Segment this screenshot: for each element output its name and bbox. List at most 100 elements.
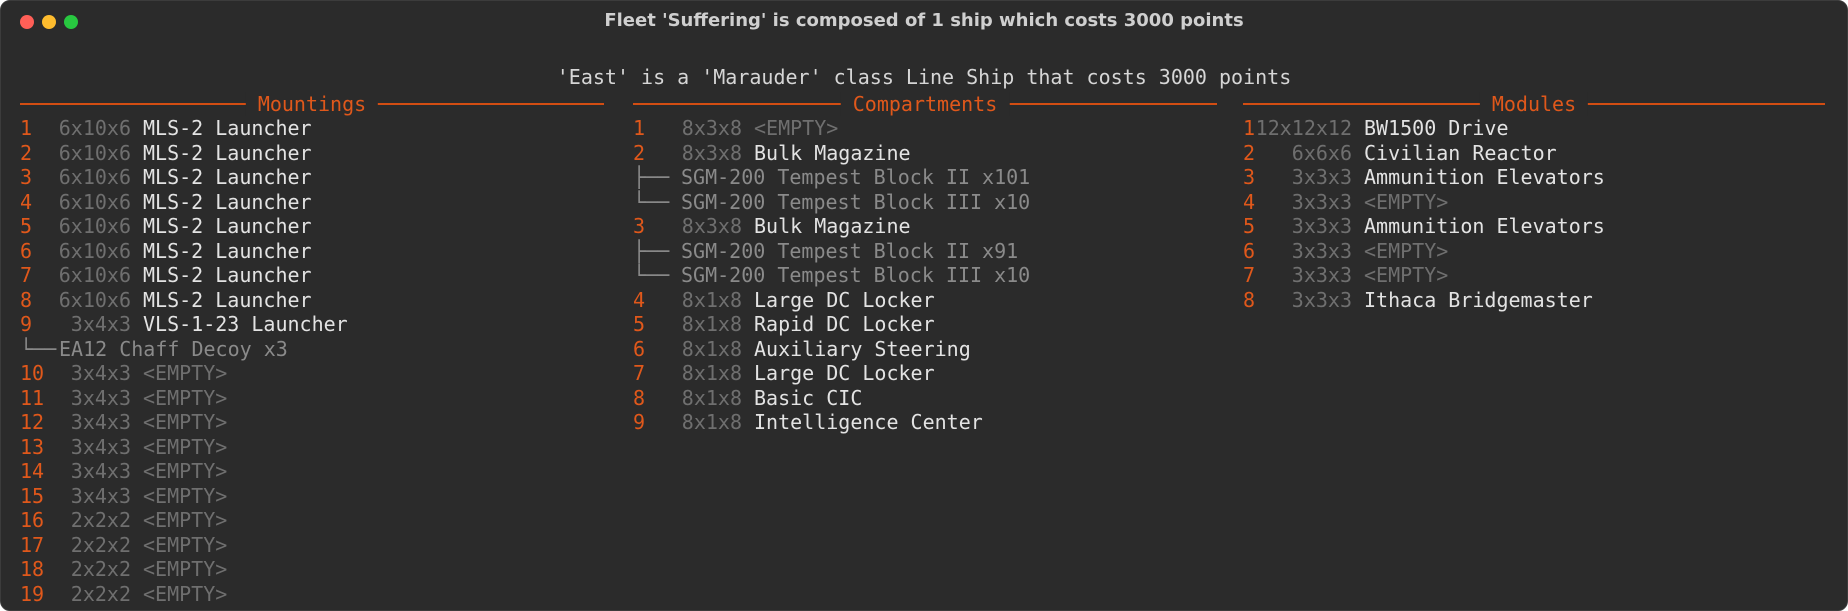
empty-slot-label: <EMPTY>: [1364, 238, 1449, 263]
slot-number: 3: [633, 214, 646, 238]
sub-item-name: SGM-200 Tempest Block III x10: [681, 189, 1031, 214]
empty-slot-label: <EMPTY>: [143, 385, 228, 410]
slot-size: 8x1x8: [681, 385, 742, 410]
empty-slot-label: <EMPTY>: [143, 361, 228, 385]
slot-number: 1: [20, 116, 33, 140]
component-name: MLS-2 Launcher: [143, 263, 312, 287]
compartments-panel: Compartments 1 8x3x8 <EMPTY> 2 8x3x8 Bulk Mag…: [633, 92, 1217, 435]
modules-row: 1 12x12x12 BW1500 Drive: [1243, 116, 1825, 141]
mountings-row: 5 6x10x6 MLS-2 Launcher: [20, 214, 604, 239]
component-name: Large DC Locker: [754, 361, 935, 385]
mountings-subrow: └── EA12 Chaff Decoy x3: [20, 337, 604, 362]
mountings-row: 7 6x10x6 MLS-2 Launcher: [20, 263, 604, 288]
empty-slot-label: <EMPTY>: [754, 116, 839, 140]
tree-connector: └──: [633, 189, 670, 214]
sub-item-name: SGM-200 Tempest Block III x10: [681, 263, 1031, 287]
component-name: MLS-2 Launcher: [143, 238, 312, 263]
slot-size: 6x10x6: [58, 263, 131, 287]
modules-row: 6 3x3x3 <EMPTY>: [1243, 239, 1825, 264]
slot-number: 7: [1243, 263, 1256, 287]
slot-size: 2x2x2: [70, 532, 131, 557]
mountings-row: 12 3x4x3 <EMPTY>: [20, 410, 604, 435]
mountings-row: 11 3x4x3 <EMPTY>: [20, 386, 604, 411]
mountings-row: 17 2x2x2 <EMPTY>: [20, 533, 604, 558]
slot-number: 13: [20, 434, 45, 459]
slot-number: 5: [20, 214, 33, 238]
component-name: Rapid DC Locker: [754, 312, 935, 336]
slot-number: 12: [20, 410, 45, 434]
slot-number: 8: [633, 385, 646, 410]
slot-number: 19: [20, 581, 45, 606]
mountings-row: 4 6x10x6 MLS-2 Launcher: [20, 190, 604, 215]
compartments-row: 5 8x1x8 Rapid DC Locker: [633, 312, 1217, 337]
slot-size: 3x3x3: [1291, 263, 1352, 287]
compartments-row: 6 8x1x8 Auxiliary Steering: [633, 337, 1217, 362]
slot-number: 10: [20, 361, 45, 385]
mountings-row: 16 2x2x2 <EMPTY>: [20, 508, 604, 533]
slot-size: 3x4x3: [70, 410, 131, 434]
slot-size: 3x4x3: [70, 483, 131, 508]
slot-size: 3x4x3: [70, 385, 131, 410]
modules-row: 7 3x3x3 <EMPTY>: [1243, 263, 1825, 288]
component-name: MLS-2 Launcher: [143, 165, 312, 189]
slot-number: 3: [1243, 165, 1256, 189]
compartments-row: 9 8x1x8 Intelligence Center: [633, 410, 1217, 435]
compartments-subrow: └── SGM-200 Tempest Block III x10: [633, 263, 1217, 288]
slot-number: 5: [633, 312, 646, 336]
slot-size: 8x3x8: [681, 214, 742, 238]
slot-size: 3x3x3: [1291, 165, 1352, 189]
modules-title: Modules: [1479, 92, 1589, 116]
slot-number: 4: [1243, 189, 1256, 214]
slot-size: 6x10x6: [58, 165, 131, 189]
component-name: Ammunition Elevators: [1364, 214, 1605, 238]
empty-slot-label: <EMPTY>: [143, 508, 228, 532]
slot-size: 8x1x8: [681, 361, 742, 385]
compartments-row: 8 8x1x8 Basic CIC: [633, 386, 1217, 411]
component-name: MLS-2 Launcher: [143, 116, 312, 140]
mountings-header: Mountings: [20, 92, 604, 116]
slot-size: 2x2x2: [70, 508, 131, 532]
component-name: Basic CIC: [754, 385, 863, 410]
slot-number: 8: [1243, 287, 1256, 312]
slot-number: 2: [633, 140, 646, 165]
slot-size: 3x4x3: [70, 459, 131, 483]
slot-number: 2: [20, 140, 33, 165]
slot-number: 7: [20, 263, 33, 287]
empty-slot-label: <EMPTY>: [143, 410, 228, 434]
compartments-row: 2 8x3x8 Bulk Magazine: [633, 141, 1217, 166]
mountings-panel: Mountings 1 6x10x6 MLS-2 Launcher 2 6x10x6 ML…: [20, 92, 604, 606]
slot-size: 12x12x12: [1255, 116, 1352, 140]
modules-row: 4 3x3x3 <EMPTY>: [1243, 190, 1825, 215]
slot-number: 3: [20, 165, 33, 189]
mountings-row: 1 6x10x6 MLS-2 Launcher: [20, 116, 604, 141]
component-name: Bulk Magazine: [754, 214, 911, 238]
slot-number: 6: [1243, 238, 1256, 263]
slot-number: 4: [633, 287, 646, 312]
tree-connector: └──: [633, 263, 670, 287]
slot-size: 6x10x6: [58, 214, 131, 238]
component-name: Civilian Reactor: [1364, 140, 1557, 165]
compartments-list: 1 8x3x8 <EMPTY> 2 8x3x8 Bulk Magazine ├── SGM-2…: [633, 116, 1217, 435]
component-name: Ithaca Bridgemaster: [1364, 287, 1593, 312]
slot-size: 3x4x3: [70, 434, 131, 459]
slot-number: 9: [20, 312, 33, 336]
mountings-row: 13 3x4x3 <EMPTY>: [20, 435, 604, 460]
modules-header: Modules: [1243, 92, 1825, 116]
empty-slot-label: <EMPTY>: [143, 483, 228, 508]
mountings-row: 3 6x10x6 MLS-2 Launcher: [20, 165, 604, 190]
compartments-subrow: ├── SGM-200 Tempest Block II x101: [633, 165, 1217, 190]
component-name: Auxiliary Steering: [754, 336, 971, 361]
slot-number: 7: [633, 361, 646, 385]
slot-size: 3x4x3: [70, 361, 131, 385]
component-name: Ammunition Elevators: [1364, 165, 1605, 189]
slot-size: 8x3x8: [681, 140, 742, 165]
compartments-row: 4 8x1x8 Large DC Locker: [633, 288, 1217, 313]
slot-size: 2x2x2: [70, 557, 131, 581]
tree-connector: ├──: [633, 165, 670, 189]
slot-number: 11: [20, 385, 45, 410]
slot-number: 17: [20, 532, 45, 557]
empty-slot-label: <EMPTY>: [143, 434, 228, 459]
mountings-row: 9 3x4x3 VLS-1-23 Launcher: [20, 312, 604, 337]
component-name: Large DC Locker: [754, 287, 935, 312]
slot-size: 6x10x6: [58, 140, 131, 165]
